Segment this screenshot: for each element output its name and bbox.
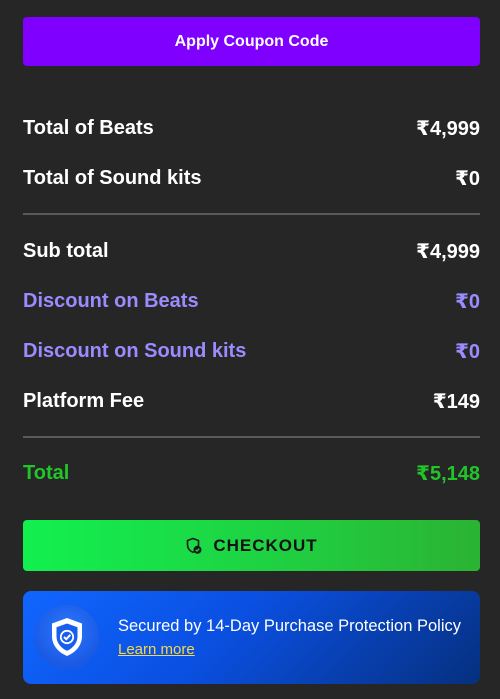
platform-fee-label: Platform Fee [23, 389, 145, 412]
shield-check-icon [35, 605, 99, 669]
sound-kits-total-value: ₹0 [454, 167, 480, 190]
total-value: ₹5,148 [416, 462, 480, 485]
summary-row-platform-fee: Platform Fee ₹149 [23, 388, 480, 414]
checkout-button[interactable]: CHECKOUT [23, 520, 480, 571]
sub-total-label: Sub total [23, 239, 109, 262]
apply-coupon-button[interactable]: Apply Coupon Code [23, 17, 480, 66]
discount-beats-value: ₹0 [454, 290, 480, 313]
summary-row-total: Total ₹5,148 [23, 460, 480, 486]
beats-total-label: Total of Beats [23, 116, 154, 139]
discount-kits-value: ₹0 [454, 340, 480, 363]
purchase-protection-card: Secured by 14-Day Purchase Protection Po… [23, 591, 480, 684]
learn-more-link[interactable]: Learn more [118, 641, 195, 658]
shield-check-icon [185, 537, 203, 555]
summary-row-beats: Total of Beats ₹4,999 [23, 115, 480, 141]
checkout-label: CHECKOUT [213, 535, 318, 555]
sub-total-value: ₹4,999 [416, 240, 480, 263]
summary-row-sub-total: Sub total ₹4,999 [23, 238, 480, 264]
divider [23, 213, 480, 215]
summary-row-discount-beats: Discount on Beats ₹0 [23, 288, 480, 314]
sound-kits-total-label: Total of Sound kits [23, 166, 202, 189]
total-label: Total [23, 461, 70, 484]
summary-row-discount-kits: Discount on Sound kits ₹0 [23, 338, 480, 364]
beats-total-value: ₹4,999 [416, 117, 480, 140]
platform-fee-value: ₹149 [432, 390, 480, 413]
divider [23, 436, 480, 438]
order-summary-panel: Apply Coupon Code Total of Beats ₹4,999 … [0, 0, 500, 699]
summary-row-sound-kits: Total of Sound kits ₹0 [23, 165, 480, 191]
discount-beats-label: Discount on Beats [23, 289, 199, 312]
discount-kits-label: Discount on Sound kits [23, 339, 247, 362]
protection-policy-text: Secured by 14-Day Purchase Protection Po… [118, 617, 462, 635]
